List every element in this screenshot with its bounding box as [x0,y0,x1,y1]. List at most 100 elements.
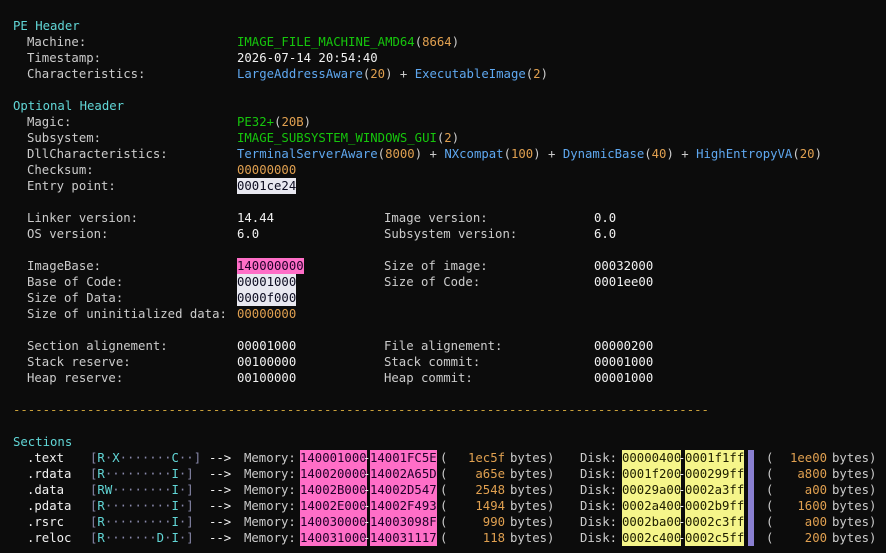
section-disk-bytes: a00 [790,515,828,529]
magic-value: PE32+(20B) [237,115,312,129]
section-disk-bytes: a800 [790,467,828,481]
heap-reserve-value: 00100000 [237,371,297,385]
section-disk-start: 00029a00 [622,482,682,498]
section-permissions: [R·X·······C··] [90,451,202,465]
section-align-value: 00001000 [237,339,297,353]
section-disk-end: 0002b9ff [685,498,745,514]
section-mem-bytes-label: bytes) [510,515,555,529]
section-mem-bytes-label: bytes) [510,531,555,545]
section-disk-open-paren: ( [766,483,774,497]
section-name: .rdata [27,467,72,481]
section-mem-bytes: 118 [468,531,506,545]
section-mem-bytes-label: bytes) [510,451,555,465]
stack-commit-value: 00001000 [594,355,654,369]
section-size-bar [748,530,754,546]
os-version-label: OS version: [27,227,109,241]
section-mem-start: 140030000 [300,514,367,530]
timestamp-value: 2026-07-14 20:54:40 [237,51,378,65]
section-disk-end: 000299ff [685,466,745,482]
heap-commit-label: Heap commit: [384,371,473,385]
size-of-image-value: 00032000 [594,259,654,273]
imagebase-label: ImageBase: [27,259,102,273]
section-size-bar [748,498,754,514]
heap-row: Heap reserve: 00100000 Heap commit: 0000… [0,370,653,386]
section-disk-bytes-label: bytes) [832,467,877,481]
subsystem-row: Subsystem: IMAGE_SUBSYSTEM_WINDOWS_GUI(2… [0,130,459,146]
cut-off-heading: I [13,0,20,3]
section-mem-bytes-label: bytes) [510,483,555,497]
file-align-value: 00000200 [594,339,654,353]
timestamp-label: Timestamp: [27,51,102,65]
characteristics-row: Characteristics: LargeAddressAware(20) +… [0,66,548,82]
section-disk-start: 00000400 [622,450,682,466]
section-align-row: Section alignement: 00001000 File aligne… [0,338,653,354]
section-disk-end: 0002c3ff [685,514,745,530]
size-uninit-value: 00000000 [237,307,297,321]
section-disk-end: 0002a3ff [685,482,745,498]
checksum-value: 00000000 [237,163,297,177]
section-disk-label: Disk: [580,499,618,513]
section-disk-bytes-label: bytes) [832,531,877,545]
section-mem-open-paren: ( [440,499,448,513]
section-mem-start: 14002B000 [300,482,367,498]
dll-characteristics-row: DllCharacteristics: TerminalServerAware(… [0,146,822,162]
section-size-bar [748,466,754,482]
section-disk-start: 0002a400 [622,498,682,514]
section-disk-open-paren: ( [766,515,774,529]
section-permissions: [R·········I·] [90,515,194,529]
machine-value: IMAGE_FILE_MACHINE_AMD64(8664) [237,35,460,49]
optional-header-row: Optional Header [0,98,124,114]
optional-header-title: Optional Header [13,99,125,113]
section-mem-start: 14002E000 [300,498,367,514]
base-of-code-value: 00001000 [237,274,297,290]
stack-row: Stack reserve: 00100000 Stack commit: 00… [0,354,653,370]
section-mem-end: 14002A65D [370,466,437,482]
section-align-label: Section alignement: [27,339,168,353]
subsystem-label: Subsystem: [27,131,102,145]
stack-commit-label: Stack commit: [384,355,481,369]
characteristics-value: LargeAddressAware(20) + ExecutableImage(… [237,67,548,81]
pe-header-row: PE Header [0,18,80,34]
section-disk-bytes: 200 [790,531,828,545]
section-name: .reloc [27,531,72,545]
section-name: .text [27,451,65,465]
section-disk-bytes: 1ee00 [790,451,828,465]
section-mem-bytes-label: bytes) [510,499,555,513]
magic-label: Magic: [27,115,72,129]
linker-row: Linker version: 14.44 Image version: 0.0 [0,210,616,226]
section-arrow: --> [209,451,232,465]
section-arrow: --> [209,467,232,481]
sections-title-row: Sections [0,434,72,450]
section-disk-open-paren: ( [766,451,774,465]
section-mem-start: 140020000 [300,466,367,482]
section-mem-bytes: 1494 [468,499,506,513]
section-disk-start: 0002c400 [622,530,682,546]
magic-row: Magic: PE32+(20B) [0,114,311,130]
separator-line: ----------------------------------------… [13,403,709,417]
size-of-data-label: Size of Data: [27,291,124,305]
section-disk-open-paren: ( [766,499,774,513]
section-memory-label: Memory: [244,467,296,481]
checksum-row: Checksum: 00000000 [0,162,296,178]
section-mem-end: 14001FC5E [370,450,437,466]
heap-reserve-label: Heap reserve: [27,371,124,385]
section-disk-start: 0001f200 [622,466,682,482]
section-disk-bytes-label: bytes) [832,451,877,465]
characteristics-label: Characteristics: [27,67,146,81]
dll-characteristics-label: DllCharacteristics: [27,147,168,161]
section-disk-label: Disk: [580,531,618,545]
section-size-bar [748,514,754,530]
imagebase-value: 140000000 [237,258,304,274]
section-mem-start: 140001000 [300,450,367,466]
subsystem-version-label: Subsystem version: [384,227,518,241]
entry-point-label: Entry point: [27,179,116,193]
stack-reserve-value: 00100000 [237,355,297,369]
base-of-code-row: Base of Code: 00001000 Size of Code: 000… [0,274,653,290]
section-mem-open-paren: ( [440,531,448,545]
section-mem-bytes-label: bytes) [510,467,555,481]
section-disk-start: 0002ba00 [622,514,682,530]
size-of-data-row: Size of Data: 0000f000 [0,290,297,306]
section-mem-end: 14003098F [370,514,437,530]
section-memory-label: Memory: [244,483,296,497]
section-memory-label: Memory: [244,515,296,529]
